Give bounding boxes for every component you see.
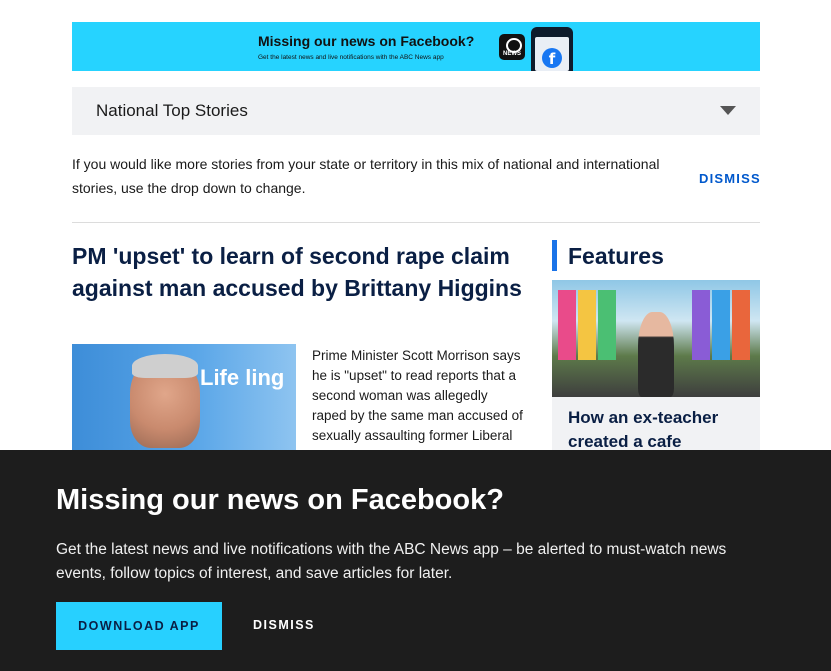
overlay-body: Get the latest news and live notificatio… [56,541,727,582]
region-notice-text: If you would like more stories from your… [72,156,660,196]
feature-headline[interactable]: How an ex-teacher created a cafe [568,406,748,454]
banner-subtitle: Get the latest news and live notificatio… [258,54,444,61]
features-accent-bar [552,240,557,271]
banner-title: Missing our news on Facebook? [258,33,475,49]
region-select[interactable]: National Top Stories [72,87,760,135]
divider [72,222,760,223]
features-heading: Features [568,243,664,269]
feature-image[interactable] [552,280,760,397]
region-notice-dismiss-button[interactable]: DISMISS [699,171,761,186]
chevron-down-icon [720,106,736,115]
top-story-image[interactable]: Life ling [72,344,296,454]
phone-image: f [531,27,573,71]
overlay-title: Missing our news on Facebook? [56,484,504,516]
overlay-dismiss-button[interactable]: DISMISS [253,618,315,632]
image-sign-text: Life ling [200,365,285,390]
facebook-icon: f [542,48,562,68]
region-select-value: National Top Stories [96,101,248,120]
facebook-promo-banner[interactable]: Missing our news on Facebook? Get the la… [72,22,760,71]
abc-news-logo-icon: NEWS [499,34,525,60]
top-story-headline[interactable]: PM 'upset' to learn of second rape claim… [72,240,532,304]
download-app-button[interactable]: DOWNLOAD APP [56,602,222,650]
top-story-summary: Prime Minister Scott Morrison says he is… [312,348,523,443]
